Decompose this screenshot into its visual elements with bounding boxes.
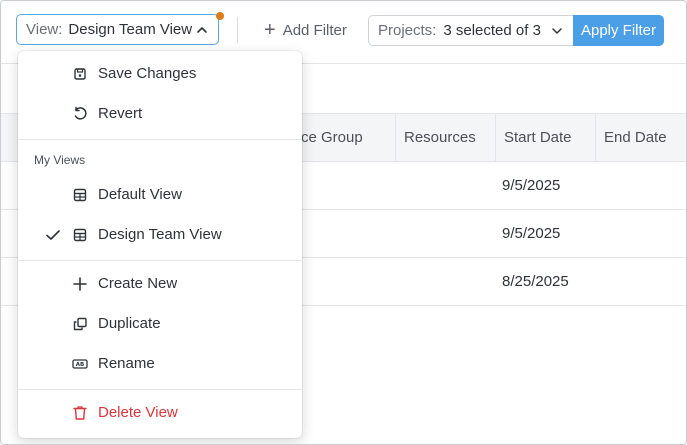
- add-filter-button[interactable]: + Add Filter: [264, 16, 347, 44]
- view-option-design-team[interactable]: Design Team View: [18, 217, 302, 253]
- column-header-resource-group[interactable]: ce Group: [293, 114, 395, 161]
- save-icon: [74, 68, 86, 80]
- chevron-down-icon: [552, 28, 562, 34]
- chevron-up-icon: [197, 27, 207, 33]
- save-changes-label: Save Changes: [98, 65, 197, 82]
- view-selector-value: Design Team View: [68, 21, 193, 38]
- copy-icon: [73, 317, 87, 331]
- undo-icon: [74, 106, 87, 120]
- add-filter-label: Add Filter: [282, 21, 347, 39]
- toolbar-divider: [237, 17, 238, 43]
- rename-label: Rename: [98, 355, 155, 372]
- view-selector[interactable]: View: Design Team View: [16, 14, 219, 45]
- revert-label: Revert: [98, 105, 143, 122]
- unsaved-indicator: [216, 12, 224, 20]
- view-selector-prefix: View:: [26, 21, 63, 38]
- projects-value: 3 selected of 3: [443, 22, 541, 39]
- apply-filter-button[interactable]: Apply Filter: [573, 15, 664, 46]
- column-header-resources[interactable]: Resources: [395, 114, 495, 161]
- trash-icon: [73, 406, 87, 420]
- create-new-label: Create New: [98, 275, 178, 292]
- projects-filter-select[interactable]: Projects: 3 selected of 3: [368, 15, 574, 46]
- delete-view-label: Delete View: [98, 404, 178, 421]
- default-view-label: Default View: [98, 186, 182, 203]
- my-views-section-label: My Views: [34, 153, 86, 167]
- start-date-cell: 9/5/2025: [502, 225, 561, 242]
- start-date-cell: 9/5/2025: [502, 177, 561, 194]
- view-dropdown-menu: Save Changes Revert My Views Default Vie…: [18, 51, 302, 438]
- save-changes-menu-item[interactable]: Save Changes: [18, 56, 302, 92]
- delete-view-menu-item[interactable]: Delete View: [18, 395, 302, 431]
- table-icon: [73, 188, 87, 202]
- projects-prefix: Projects:: [378, 22, 437, 39]
- rename-menu-item[interactable]: AB Rename: [18, 346, 302, 382]
- plus-icon: +: [264, 19, 276, 41]
- rename-icon: AB: [72, 359, 88, 369]
- column-header-end-date[interactable]: End Date: [595, 114, 686, 161]
- menu-divider: [18, 260, 302, 261]
- menu-divider: [18, 139, 302, 140]
- plus-icon: [73, 277, 87, 291]
- view-option-default[interactable]: Default View: [18, 177, 302, 213]
- create-new-menu-item[interactable]: Create New: [18, 266, 302, 302]
- duplicate-label: Duplicate: [98, 315, 161, 332]
- design-team-view-label: Design Team View: [98, 226, 222, 243]
- svg-text:AB: AB: [76, 362, 84, 368]
- duplicate-menu-item[interactable]: Duplicate: [18, 306, 302, 342]
- menu-divider: [18, 389, 302, 390]
- checkmark-icon: [46, 230, 60, 240]
- column-header-start-date[interactable]: Start Date: [495, 114, 595, 161]
- table-icon: [73, 228, 87, 242]
- revert-menu-item[interactable]: Revert: [18, 96, 302, 132]
- app-window: View: Design Team View + Add Filter Proj…: [0, 0, 687, 445]
- start-date-cell: 8/25/2025: [502, 273, 569, 290]
